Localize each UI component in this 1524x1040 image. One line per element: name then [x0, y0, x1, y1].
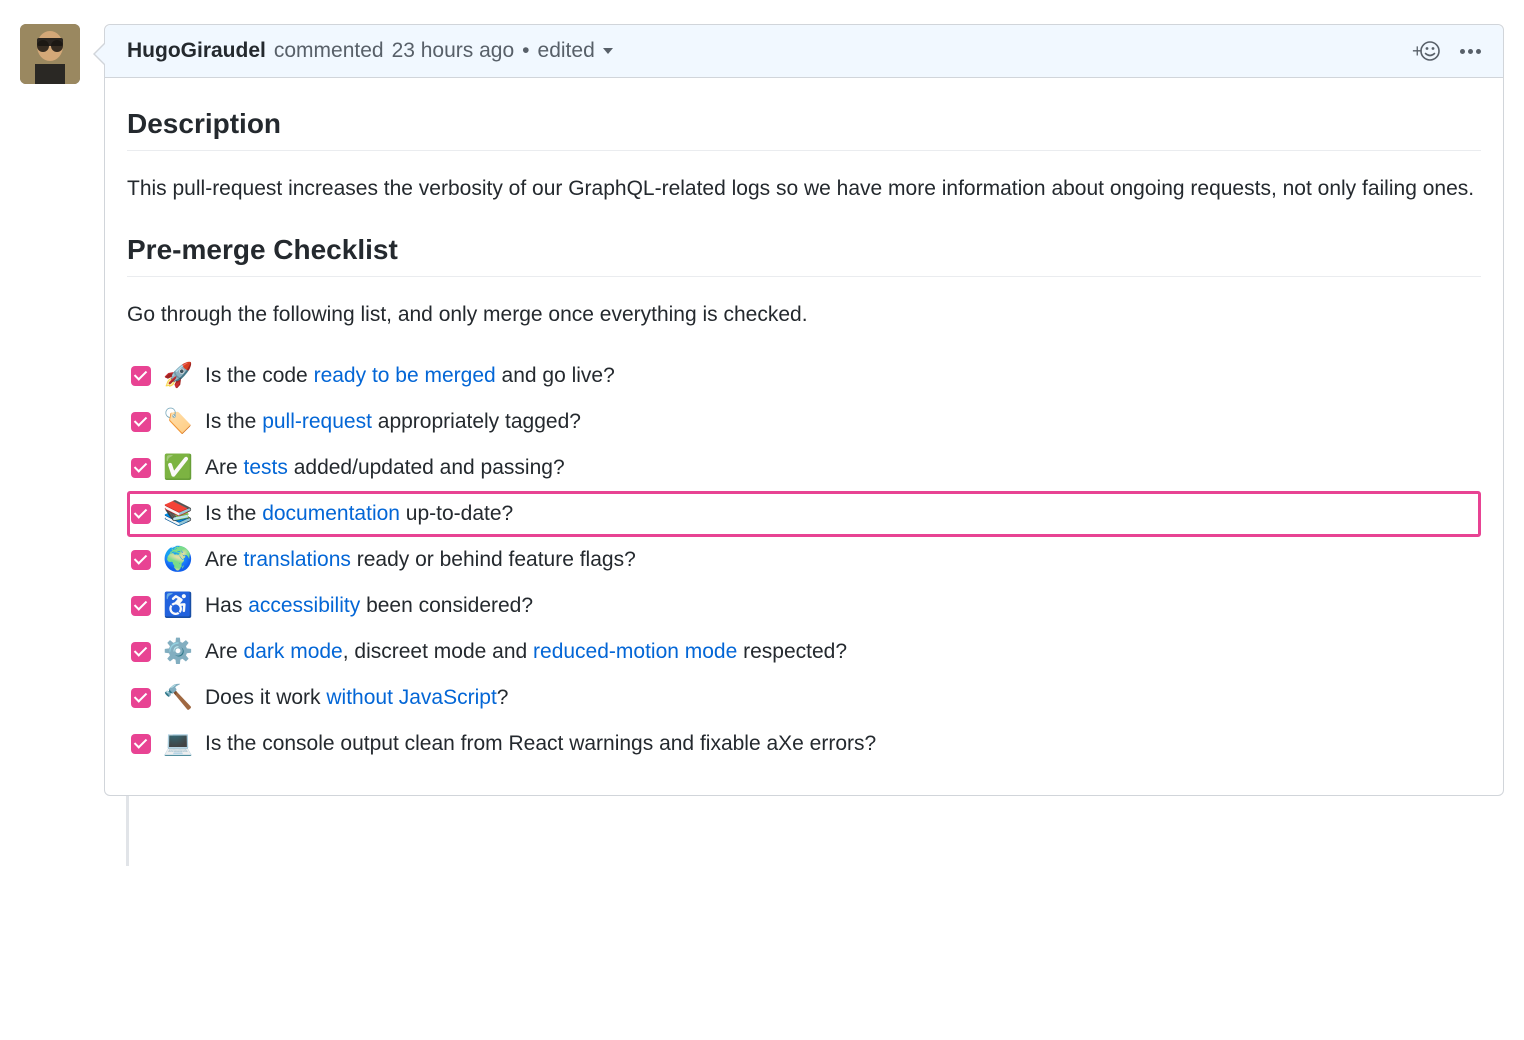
link[interactable]: pull-request — [262, 410, 372, 433]
checklist-item-text: Is the pull-request appropriately tagged… — [205, 406, 581, 438]
checklist-heading: Pre-merge Checklist — [127, 234, 1481, 277]
checklist-item-text: Is the code ready to be merged and go li… — [205, 360, 615, 392]
edited-dropdown[interactable]: edited — [538, 39, 613, 63]
checkbox[interactable] — [131, 734, 151, 754]
smiley-plus-icon: + — [1412, 39, 1440, 63]
emoji-icon: ⚙️ — [163, 634, 193, 670]
timeline-line — [126, 796, 129, 866]
checklist-item: ✅ Are tests added/updated and passing? — [127, 445, 1481, 491]
checklist-item: 🔨 Does it work without JavaScript? — [127, 675, 1481, 721]
link[interactable]: without JavaScript — [326, 686, 496, 709]
link[interactable]: translations — [244, 548, 351, 571]
link[interactable]: documentation — [262, 502, 400, 525]
comment-header: HugoGiraudel commented 23 hours ago • ed… — [105, 25, 1503, 78]
checklist-item-text: Are dark mode, discreet mode and reduced… — [205, 636, 847, 668]
kebab-menu[interactable] — [1460, 49, 1481, 54]
avatar[interactable] — [20, 24, 80, 84]
emoji-icon: 💻 — [163, 726, 193, 762]
emoji-icon: 🌍 — [163, 542, 193, 578]
link[interactable]: accessibility — [248, 594, 360, 617]
checklist-item: 🌍 Are translations ready or behind featur… — [127, 537, 1481, 583]
add-reaction-button[interactable]: + — [1412, 39, 1440, 63]
checklist-item-text: Are tests added/updated and passing? — [205, 452, 565, 484]
description-text: This pull-request increases the verbosit… — [127, 173, 1481, 206]
emoji-icon: ✅ — [163, 450, 193, 486]
emoji-icon: ♿ — [163, 588, 193, 624]
separator: • — [522, 39, 529, 63]
link[interactable]: ready to be merged — [314, 364, 496, 387]
checklist-item-text: Does it work without JavaScript? — [205, 682, 508, 714]
checkbox[interactable] — [131, 688, 151, 708]
link[interactable]: dark mode — [244, 640, 343, 663]
checklist-item: ♿ Has accessibility been considered? — [127, 583, 1481, 629]
checklist-item: 📚 Is the documentation up-to-date? — [127, 491, 1481, 537]
checklist: 🚀 Is the code ready to be merged and go l… — [127, 353, 1481, 767]
checklist-intro: Go through the following list, and only … — [127, 299, 1481, 332]
checklist-item-text: Is the documentation up-to-date? — [205, 498, 513, 530]
checklist-item-text: Has accessibility been considered? — [205, 590, 533, 622]
timestamp[interactable]: 23 hours ago — [392, 39, 515, 63]
emoji-icon: 🏷️ — [163, 404, 193, 440]
checklist-item: 🏷️ Is the pull-request appropriately tagg… — [127, 399, 1481, 445]
chevron-down-icon — [603, 48, 613, 54]
emoji-icon: 🚀 — [163, 358, 193, 394]
checkbox[interactable] — [131, 504, 151, 524]
commented-label: commented — [274, 39, 384, 63]
emoji-icon: 📚 — [163, 496, 193, 532]
checkbox[interactable] — [131, 642, 151, 662]
description-heading: Description — [127, 108, 1481, 151]
checkbox[interactable] — [131, 412, 151, 432]
checklist-item: 💻 Is the console output clean from React … — [127, 721, 1481, 767]
checklist-item-text: Are translations ready or behind feature… — [205, 544, 636, 576]
comment-body: Description This pull-request increases … — [105, 78, 1503, 795]
checklist-item-text: Is the console output clean from React w… — [205, 728, 876, 760]
emoji-icon: 🔨 — [163, 680, 193, 716]
checklist-item: ⚙️ Are dark mode, discreet mode and reduc… — [127, 629, 1481, 675]
checkbox[interactable] — [131, 366, 151, 386]
comment-box: HugoGiraudel commented 23 hours ago • ed… — [104, 24, 1504, 796]
checkbox[interactable] — [131, 458, 151, 478]
link[interactable]: reduced-motion mode — [533, 640, 737, 663]
link[interactable]: tests — [244, 456, 288, 479]
checkbox[interactable] — [131, 596, 151, 616]
checkbox[interactable] — [131, 550, 151, 570]
author-link[interactable]: HugoGiraudel — [127, 39, 266, 63]
checklist-item: 🚀 Is the code ready to be merged and go l… — [127, 353, 1481, 399]
